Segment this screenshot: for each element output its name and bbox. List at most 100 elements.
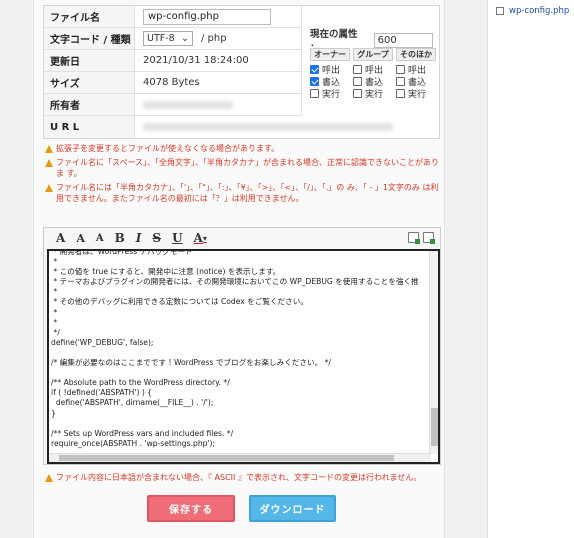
code-line: * <box>51 257 58 267</box>
code-line: /** Absolute path to the WordPress direc… <box>51 378 230 388</box>
file-editor-screen: wp-config.php ファイル名 wp-config.php 文字コード … <box>0 0 574 538</box>
left-margin <box>0 0 33 538</box>
note-text: ファイル内容に日本語が含まれない場合、『 ASCII 』で表示され、文字コードの… <box>56 473 422 482</box>
horizontal-scrollbar[interactable] <box>49 453 431 462</box>
perm-owner-write[interactable]: 書込 <box>310 75 350 88</box>
sidebar-file-label[interactable]: wp-config.php <box>509 6 569 16</box>
size-label: サイズ <box>44 72 135 93</box>
code-line: * <box>51 287 58 297</box>
warning-icon <box>45 159 53 167</box>
toolbar-right <box>408 232 435 244</box>
checkbox-checked-icon[interactable] <box>310 76 319 86</box>
sidebar-file-checkbox[interactable] <box>496 7 504 15</box>
code-line: * この値を true にすると、開発中に注意 (notice) を表示します。 <box>51 267 281 277</box>
font-color-label: A <box>193 231 203 245</box>
note-text: 拡張子を変更するとファイルが使えなくなる場合があります。 <box>56 144 280 153</box>
perm-header-owner: オーナー <box>310 48 350 61</box>
checkbox-icon[interactable] <box>310 88 319 98</box>
charset-value: UTF-8 <box>147 33 175 44</box>
code-line: * <box>51 307 58 317</box>
sidebar-file-item[interactable]: wp-config.php <box>496 6 569 16</box>
file-type: / php <box>201 33 227 44</box>
url-row: U R L <box>44 116 441 138</box>
perm-group-write[interactable]: 書込 <box>353 75 393 88</box>
url-label: U R L <box>44 116 135 138</box>
code-line: */ <box>51 327 60 337</box>
perm-label: 実行 <box>408 89 427 100</box>
note-extension: 拡張子を変更するとファイルが使えなくなる場合があります。 <box>45 143 440 154</box>
filename-row: ファイル名 wp-config.php <box>44 6 301 28</box>
perm-owner-read[interactable]: 呼出 <box>310 63 350 76</box>
warning-icon <box>45 474 53 482</box>
editor-toolbar: A A A B I S U A ▾ <box>44 228 440 248</box>
permission-grid: オーナー グループ そのほか 呼出 呼出 呼出 書込 書込 書込 実行 実行 実… <box>310 48 436 100</box>
filename-input[interactable]: wp-config.php <box>143 8 271 25</box>
code-line: define('WP_DEBUG', false); <box>51 337 154 347</box>
code-editor: A A A B I S U A ▾ * 開発者は、WordPress デバッグモー… <box>43 227 441 465</box>
perm-group-read[interactable]: 呼出 <box>353 63 393 76</box>
charset-select[interactable]: UTF-8 ⌄ <box>143 31 193 46</box>
code-line: * 開発者は、WordPress デバッグモード <box>51 249 193 256</box>
code-line: require_once(ABSPATH . 'wp-settings.php'… <box>51 438 216 448</box>
code-line: * <box>51 317 60 327</box>
checkbox-icon[interactable] <box>353 64 362 74</box>
dropdown-arrow-icon: ▾ <box>202 233 207 243</box>
font-size-small-icon[interactable]: A <box>96 233 104 244</box>
code-content[interactable]: * 開発者は、WordPress デバッグモード * * この値を true に… <box>51 249 419 449</box>
save-button[interactable]: 保存する <box>147 495 235 522</box>
updated-value: 2021/10/31 18:24:00 <box>143 55 249 66</box>
note-ascii: ファイル内容に日本語が含まれない場合、『 ASCII 』で表示され、文字コードの… <box>45 472 440 483</box>
code-textarea[interactable]: * 開発者は、WordPress デバッグモード * * この値を true に… <box>47 249 440 464</box>
note-text: ファイル名に「スペース」、「全角文字」、「半角カタカナ」が含まれる場合、正常に認… <box>56 158 440 178</box>
font-size-medium-icon[interactable]: A <box>76 232 85 245</box>
file-info-table: ファイル名 wp-config.php 文字コード / 種類 UTF-8 ⌄ / … <box>43 5 440 139</box>
checkbox-icon[interactable] <box>396 76 405 86</box>
checkbox-icon[interactable] <box>396 64 405 74</box>
filename-label: ファイル名 <box>44 6 135 27</box>
fullscreen-icon[interactable] <box>423 232 435 244</box>
find-replace-icon[interactable] <box>408 232 420 244</box>
perm-header-other: そのほか <box>396 48 436 61</box>
updated-row: 更新日 2021/10/31 18:24:00 <box>44 50 301 72</box>
charset-label: 文字コード / 種類 <box>44 28 135 49</box>
permission-input[interactable]: 600 <box>373 32 433 48</box>
charset-row: 文字コード / 種類 UTF-8 ⌄ / php <box>44 28 301 50</box>
checkbox-icon[interactable] <box>353 88 362 98</box>
checkbox-icon[interactable] <box>396 88 405 98</box>
code-line: if ( !defined('ABSPATH') ) { <box>51 388 153 398</box>
strikethrough-icon[interactable]: S <box>152 231 161 245</box>
vertical-scroll-thumb[interactable] <box>431 408 438 446</box>
checkbox-icon[interactable] <box>353 76 362 86</box>
perm-label: 実行 <box>365 89 384 100</box>
perm-other-write[interactable]: 書込 <box>396 75 436 88</box>
perm-other-read[interactable]: 呼出 <box>396 63 436 76</box>
size-row: サイズ 4078 Bytes <box>44 72 301 94</box>
download-button[interactable]: ダウンロード <box>249 495 336 522</box>
code-line: /** Sets up WordPress vars and included … <box>51 428 234 438</box>
owner-value-redacted <box>143 100 233 109</box>
perm-owner-exec[interactable]: 実行 <box>310 87 350 100</box>
code-line: * その他のデバッグに利用できる定数については Codex をご覧ください。 <box>51 297 308 307</box>
font-size-large-icon[interactable]: A <box>56 231 65 245</box>
font-color-icon[interactable]: A ▾ <box>194 231 207 245</box>
horizontal-scroll-thumb[interactable] <box>59 455 394 461</box>
underline-icon[interactable]: U <box>172 231 182 245</box>
note-forbidden-chars: ファイル名には「半角カタカナ」、「'」、「"」、「:」、「¥」、「>」、「<」、… <box>45 182 440 204</box>
chevron-down-icon: ⌄ <box>181 33 189 44</box>
checkbox-checked-icon[interactable] <box>310 64 319 74</box>
italic-icon[interactable]: I <box>136 231 142 245</box>
perm-group-exec[interactable]: 実行 <box>353 87 393 100</box>
note-text: ファイル名には「半角カタカナ」、「'」、「"」、「:」、「¥」、「>」、「<」、… <box>56 183 439 203</box>
perm-other-exec[interactable]: 実行 <box>396 87 436 100</box>
code-line: define('ABSPATH', dirname(__FILE__) . '/… <box>51 398 214 408</box>
url-value-redacted <box>143 123 393 131</box>
vertical-scrollbar[interactable] <box>429 251 438 454</box>
size-value: 4078 Bytes <box>143 77 200 88</box>
owner-label: 所有者 <box>44 94 135 115</box>
file-sidebar: wp-config.php <box>487 0 574 538</box>
warning-icon <box>45 184 53 192</box>
bold-icon[interactable]: B <box>115 231 125 245</box>
